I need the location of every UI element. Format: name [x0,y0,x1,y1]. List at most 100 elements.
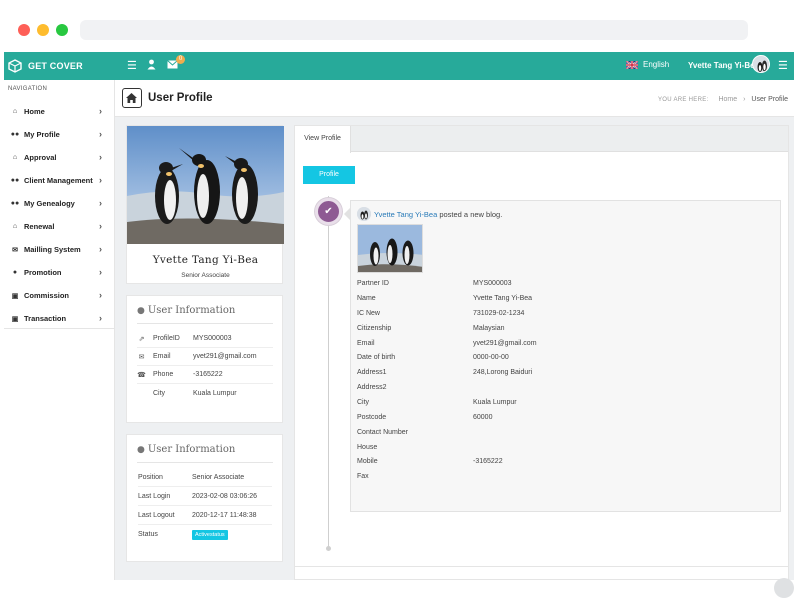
window-maximize-button[interactable] [56,24,68,36]
chevron-right-icon: › [99,221,102,231]
language-selector[interactable]: English [626,60,669,69]
sidebar-item-commission[interactable]: ▣ Commission › [4,284,115,307]
sidebar-item-my-profile[interactable]: ●● My Profile › [4,123,115,146]
detail-label: Citizenship [357,325,392,332]
info-label: Phone [153,371,174,378]
detail-row: Email yvet291@gmail.com [357,336,757,351]
profile-photo [127,126,284,244]
sidebar-item-approval[interactable]: ⌂ Approval › [4,146,115,169]
detail-row: Date of birth 0000-00-00 [357,350,757,365]
detail-label: Contact Number [357,429,408,436]
detail-row: City Kuala Lumpur [357,395,757,410]
chevron-right-icon: › [99,106,102,116]
detail-row: Citizenship Malaysian [357,321,757,336]
detail-label: Fax [357,473,369,480]
hamburger-icon[interactable]: ☰ [778,59,788,72]
sidebar: NAVIGATION ⌂ Home › ●● My Profile › ⌂ Ap… [4,80,115,580]
info-row-last-logout: Last Logout 2020-12-17 11:48:38 [138,506,272,525]
money-icon: ▣ [11,315,19,323]
sidebar-item-renewal[interactable]: ⌂ Renewal › [4,215,115,238]
user-name-link[interactable]: Yvette Tang Yi-Bea [688,61,759,70]
profile-panel: View Profile Profile ✔ Yvette Tang Yi-Be… [294,125,789,580]
home-icon: ⌂ [12,223,18,230]
info-label: Status [138,531,158,538]
window-close-button[interactable] [18,24,30,36]
card-title-text: User Information [147,305,236,316]
info-value: MYS000003 [193,335,232,342]
chevron-right-icon: › [99,313,102,323]
post-author-link[interactable]: Yvette Tang Yi-Bea [374,210,437,219]
window-minimize-button[interactable] [37,24,49,36]
user-information-card: ● User Information Position Senior Associ… [126,434,283,562]
info-value: -3165222 [193,371,223,378]
detail-row: Mobile -3165222 [357,454,757,469]
external-link-icon: ⇗ [138,335,145,343]
chevron-right-icon: › [99,175,102,185]
info-label: ProfileID [153,335,180,342]
info-label: Email [153,353,171,360]
profile-card: Yvette Tang Yi-Bea Senior Associate [126,125,284,284]
chevron-right-icon: › [99,152,102,162]
notification-badge: 0 [176,55,185,64]
home-icon [122,88,142,108]
chevron-right-icon: › [99,267,102,277]
card-title: ● User Information [137,444,235,455]
address-bar[interactable] [80,20,748,40]
scroll-to-top-button[interactable] [774,578,794,598]
user-icon: ● [137,445,145,455]
sidebar-item-label: Approval [24,153,57,162]
detail-row: IC New 731029-02-1234 [357,306,757,321]
avatar[interactable] [752,55,770,73]
info-label: City [153,389,166,397]
browser-window-chrome [0,0,800,52]
sidebar-divider [4,328,115,329]
info-row-profile-id: ⇗ ProfileID MYS000003 [137,330,273,348]
detail-value: -3165222 [473,458,503,465]
users-icon: ●● [10,177,20,184]
detail-value: 731029-02-1234 [473,310,525,317]
top-navbar: GET COVER ☰ 0 English Yvette Tang Yi-Bea… [4,52,794,80]
sidebar-item-label: Commission [24,291,70,300]
post-headline: Yvette Tang Yi-Bea posted a new blog. [374,210,502,219]
user-icon: ● [137,306,145,316]
detail-value: MYS000003 [473,280,512,287]
user-information-card: ● User Information ⇗ ProfileID MYS000003 … [126,295,283,423]
detail-label: Address2 [357,384,387,391]
post-action-text: posted a new blog. [437,210,503,219]
sidebar-item-client-management[interactable]: ●● Client Management › [4,169,115,192]
sidebar-item-home[interactable]: ⌂ Home › [4,100,115,123]
sidebar-item-label: Renewal [24,222,55,231]
info-label: Last Login [138,492,171,500]
envelope-icon: ✉ [138,353,145,361]
sidebar-item-my-genealogy[interactable]: ●● My Genealogy › [4,192,115,215]
breadcrumb-prefix: YOU ARE HERE: [657,97,709,103]
users-icon: ●● [10,131,20,138]
sidebar-item-label: Transaction [24,314,67,323]
home-icon: ⌂ [12,108,18,115]
post-image[interactable] [357,224,423,273]
chevron-right-icon: › [99,290,102,300]
chevron-right-icon: › [99,198,102,208]
sidebar-item-mailling-system[interactable]: ✉ Mailling System › [4,238,115,261]
uk-flag-icon [626,60,638,69]
status-badge: Activestatus [192,529,228,540]
info-value: 2020-12-17 11:48:38 [192,511,257,519]
sidebar-item-label: My Genealogy [24,199,75,208]
page-title: User Profile [148,92,213,104]
detail-row: Name Yvette Tang Yi-Bea [357,291,757,306]
detail-row: House [357,440,757,455]
breadcrumb: YOU ARE HERE: Home › User Profile [658,96,788,103]
detail-value: Kuala Lumpur [473,399,517,406]
sidebar-item-transaction[interactable]: ▣ Transaction › [4,307,115,330]
detail-label: Address1 [357,369,387,376]
timeline-end-dot [326,546,331,551]
breadcrumb-home-link[interactable]: Home [718,96,737,103]
sidebar-item-promotion[interactable]: ● Promotion › [4,261,115,284]
user-icon[interactable] [147,59,156,74]
menu-icon[interactable]: ☰ [127,59,137,73]
detail-label: Name [357,295,376,302]
brand-logo[interactable]: GET COVER [8,52,83,80]
tab-view-profile[interactable]: View Profile [295,126,351,153]
detail-row: Fax [357,469,757,484]
detail-value: 248,Lorong Baiduri [473,369,533,376]
